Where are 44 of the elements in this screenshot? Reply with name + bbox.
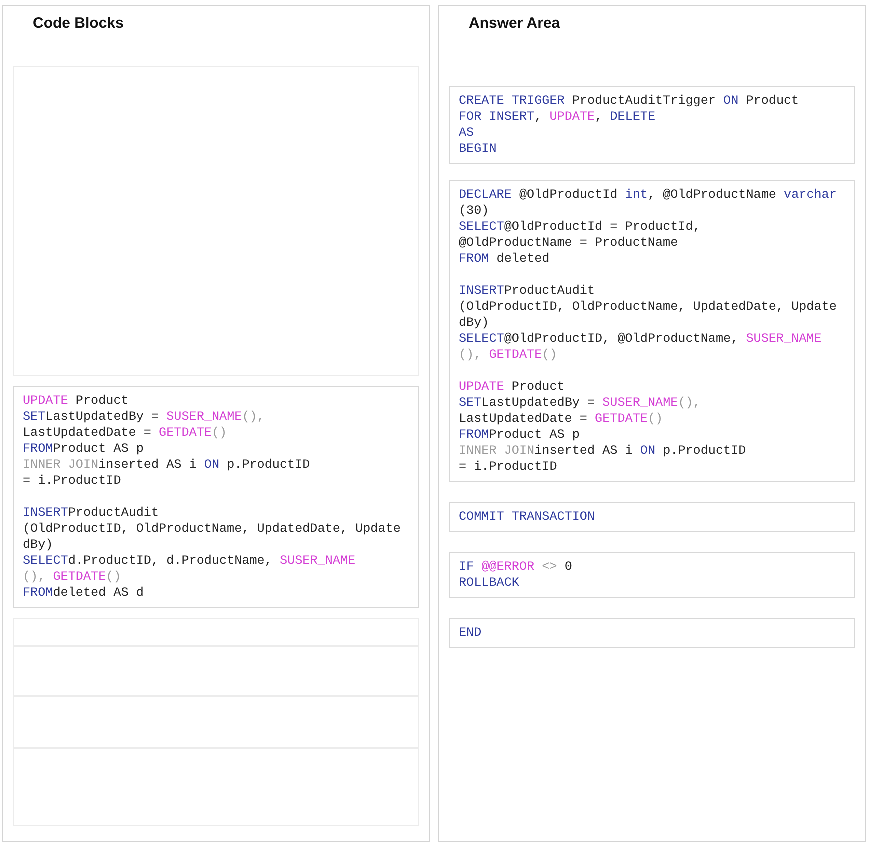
code-line: = i.ProductID xyxy=(459,458,558,474)
code-block[interactable]: IF @@ERROR <> 0 ROLLBACK xyxy=(449,552,855,598)
code-line: SELECTd.ProductID, d.ProductName, SUSER_NAME xyxy=(23,552,357,568)
code-line: (30) xyxy=(459,202,490,218)
code-line: CREATE TRIGGER ProductAuditTrigger ON Product xyxy=(459,92,800,108)
code-line: SETLastUpdatedBy = SUSER_NAME(), xyxy=(459,394,702,410)
code-line: INSERTProductAudit xyxy=(459,282,596,298)
code-line: IF @@ERROR <> 0 xyxy=(459,558,574,574)
code-line: SELECT@OldProductID, @OldProductName, SUSER_NAME xyxy=(459,330,823,346)
code-line: dBy) xyxy=(23,536,54,552)
code-line: COMMIT TRANSACTION xyxy=(459,508,596,524)
code-line: ROLLBACK xyxy=(459,574,520,590)
code-block[interactable] xyxy=(449,180,855,482)
code-line: UPDATE Product xyxy=(459,378,566,394)
code-line: INNER JOINinserted AS i ON p.ProductID xyxy=(459,442,748,458)
code-line: @OldProductName = ProductName xyxy=(459,234,680,250)
code-line: FROMdeleted AS d xyxy=(23,584,145,600)
code-line: SELECT@OldProductId = ProductId, xyxy=(459,218,702,234)
code-line: FROMProduct AS p xyxy=(23,440,145,456)
code-line: AS xyxy=(459,124,476,140)
code-line: END xyxy=(459,624,483,640)
code-block[interactable]: CREATE TRIGGER ProductAuditTrigger ON Product FOR INSERT, UPDATE, DELETE AS BEGIN xyxy=(449,86,855,164)
code-line: UPDATE Product xyxy=(23,392,130,408)
code-line: = i.ProductID xyxy=(23,472,122,488)
code-line: INSERTProductAudit xyxy=(23,504,160,520)
code-line: BEGIN xyxy=(459,140,498,156)
code-line: SETLastUpdatedBy = SUSER_NAME(), xyxy=(23,408,266,424)
panel-title: Code Blocks xyxy=(33,15,124,32)
code-line: INNER JOINinserted AS i ON p.ProductID xyxy=(23,456,312,472)
code-line: (OldProductID, OldProductName, UpdatedDate, Update xyxy=(459,298,838,314)
code-line: dBy) xyxy=(459,314,490,330)
code-line: FROMProduct AS p xyxy=(459,426,581,442)
code-line: (), GETDATE() xyxy=(23,568,122,584)
code-line: (), GETDATE() xyxy=(459,346,558,362)
code-line: (OldProductID, OldProductName, UpdatedDate, Update xyxy=(23,520,402,536)
panel-title: Answer Area xyxy=(469,15,560,32)
code-block[interactable] xyxy=(13,386,419,608)
code-line: LastUpdatedDate = GETDATE() xyxy=(23,424,228,440)
code-line: DECLARE @OldProductId int, @OldProductName varchar xyxy=(459,186,838,202)
code-line: FOR INSERT, UPDATE, DELETE xyxy=(459,108,657,124)
code-block[interactable]: END xyxy=(449,618,855,648)
code-line: LastUpdatedDate = GETDATE() xyxy=(459,410,664,426)
code-line: FROM deleted xyxy=(459,250,551,266)
code-block[interactable]: COMMIT TRANSACTION xyxy=(449,502,855,532)
